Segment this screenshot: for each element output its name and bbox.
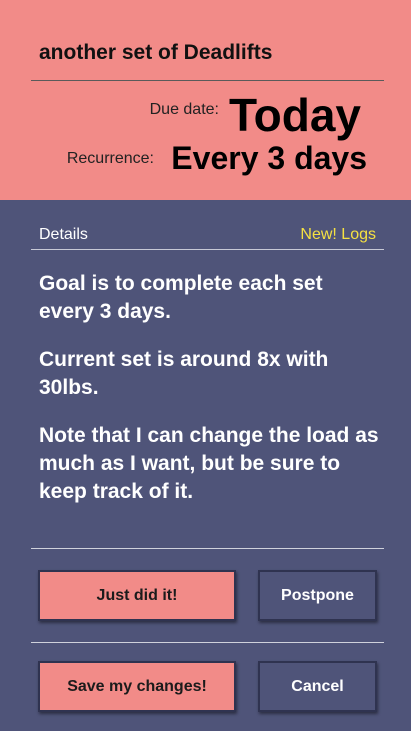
notes-paragraph: Goal is to complete each set every 3 day…	[39, 272, 323, 323]
notes-paragraph: Note that I can change the load as much …	[39, 424, 379, 503]
notes-paragraph: Current set is around 8x with 30lbs.	[39, 348, 329, 399]
header-divider	[31, 80, 384, 81]
task-header: another set of Deadlifts Due date: Today…	[0, 0, 411, 200]
save-divider	[31, 642, 384, 643]
logs-link[interactable]: New! Logs	[300, 226, 376, 244]
details-label: Details	[39, 226, 88, 243]
recurrence-value[interactable]: Every 3 days	[171, 138, 367, 178]
task-notes[interactable]: Goal is to complete each set every 3 day…	[39, 270, 379, 526]
postpone-button[interactable]: Postpone	[258, 570, 377, 621]
recurrence-label: Recurrence:	[66, 150, 154, 167]
due-date-label: Due date:	[149, 101, 219, 118]
details-divider	[31, 249, 384, 250]
actions-divider	[31, 548, 384, 549]
due-date-value[interactable]: Today	[229, 88, 361, 142]
cancel-button[interactable]: Cancel	[258, 661, 377, 712]
just-did-it-button[interactable]: Just did it!	[38, 570, 236, 621]
save-changes-button[interactable]: Save my changes!	[38, 661, 236, 712]
task-title[interactable]: another set of Deadlifts	[39, 41, 272, 65]
